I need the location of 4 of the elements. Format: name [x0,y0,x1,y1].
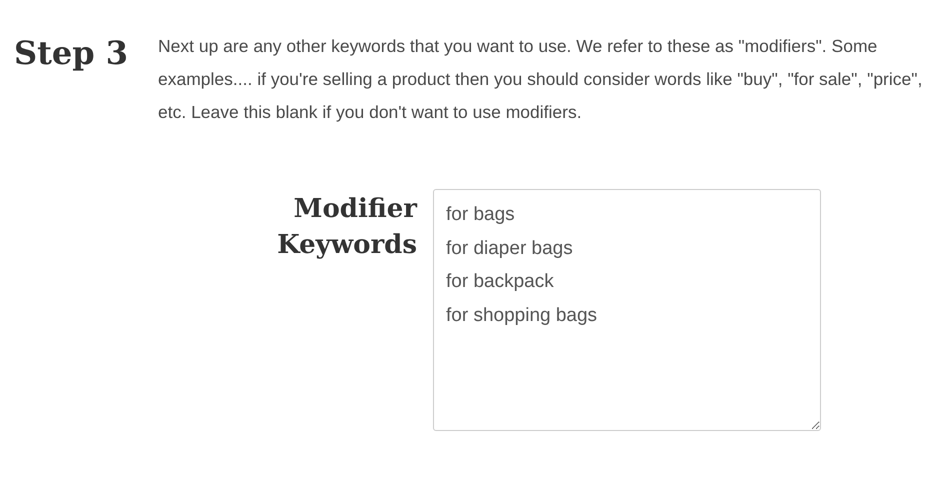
keywords-textarea[interactable]: for bags for diaper bags for backpack for shopping bags [433,189,821,431]
step-title: Step 3 [14,34,130,72]
step-description: Next up are any other keywords that you want to use. We refer to these as "modifiers". Some examples.... if you're selling a product then you should consider words like "buy", "for sale", "price", etc. Leave this blank if you don't want to use modifiers. [158,35,924,124]
field-label: Modifier Keywords [276,193,417,262]
